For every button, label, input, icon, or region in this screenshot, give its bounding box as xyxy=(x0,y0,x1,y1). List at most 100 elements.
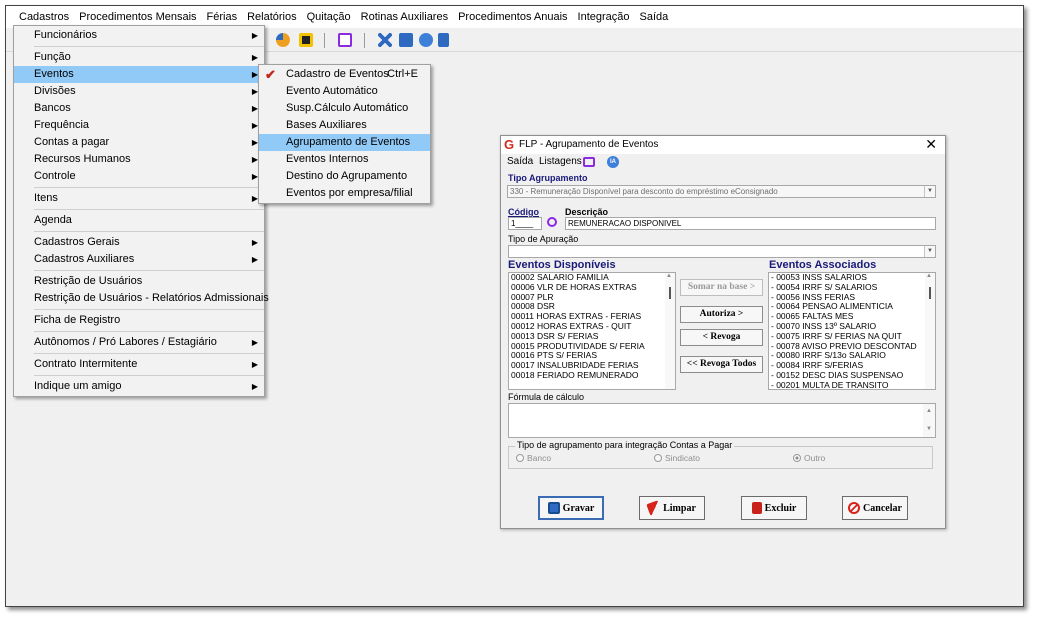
ia-icon[interactable] xyxy=(419,33,433,47)
eventos-submenu-item[interactable]: Susp.Cálculo Automático xyxy=(259,100,430,117)
cadastros-menu-item[interactable]: Restrição de Usuários xyxy=(14,273,264,290)
g-app-icon[interactable] xyxy=(399,33,413,47)
menubar-item-4[interactable]: Quitação xyxy=(302,7,356,27)
menubar-item-0[interactable]: Cadastros xyxy=(14,7,74,27)
tipo-apuracao-label: Tipo de Apuração xyxy=(508,234,579,244)
eventos-submenu-item[interactable]: Bases Auxiliares xyxy=(259,117,430,134)
submenu-item-label: Agrupamento de Eventos xyxy=(286,136,411,148)
cadastros-menu-item[interactable]: Ficha de Registro xyxy=(14,312,264,329)
radio-selected-icon xyxy=(793,454,801,462)
menu-listagens[interactable]: Listagens xyxy=(539,156,582,167)
list-scrollbar[interactable]: ▲ xyxy=(665,273,675,389)
monitor-icon[interactable] xyxy=(338,33,352,47)
cadastros-menu-item[interactable]: Eventos ▶ xyxy=(14,66,264,83)
tipo-agrupamento-select[interactable]: 330 - Remuneração Disponível para descon… xyxy=(507,185,936,198)
eventos-submenu-item[interactable]: Agrupamento de Eventos xyxy=(259,134,430,151)
excluir-label: Excluir xyxy=(764,502,797,514)
menu-item-label: Autônomos / Pró Labores / Estagiário xyxy=(34,336,217,348)
cadastros-menu-item[interactable]: Autônomos / Pró Labores / Estagiário ▶ xyxy=(14,334,264,351)
cadastros-menu-item[interactable]: Função ▶ xyxy=(14,49,264,66)
cadastros-menu-item[interactable]: Controle ▶ xyxy=(14,168,264,185)
submenu-item-label: Evento Automático xyxy=(286,85,378,97)
gravar-label: Gravar xyxy=(562,502,595,514)
monitor-icon[interactable] xyxy=(583,157,595,167)
cadastros-menu-item[interactable]: Indique um amigo ▶ xyxy=(14,378,264,395)
menubar-item-3[interactable]: Relatórios xyxy=(242,7,302,27)
radio-outro-label: Outro xyxy=(804,453,826,463)
eventos-submenu-item[interactable]: Destino do Agrupamento xyxy=(259,168,430,185)
cadastros-menu-item[interactable]: Cadastros Auxiliares ▶ xyxy=(14,251,264,268)
gravar-button[interactable]: Gravar xyxy=(538,496,604,520)
search-icon[interactable] xyxy=(547,217,557,227)
cadastros-menu-item[interactable]: Restrição de Usuários - Relatórios Admis… xyxy=(14,290,269,307)
chevron-right-icon: ▶ xyxy=(251,382,258,391)
eventos-submenu-item[interactable]: Eventos Internos xyxy=(259,151,430,168)
revoga-todos-button[interactable]: << Revoga Todos xyxy=(680,356,763,373)
eventos-submenu-item[interactable]: Eventos por empresa/filial xyxy=(259,185,430,202)
chevron-down-icon[interactable]: ▼ xyxy=(924,246,935,257)
radio-banco[interactable]: Banco xyxy=(516,453,551,463)
cadastros-menu-item[interactable]: Itens ▶ xyxy=(14,190,264,207)
cadastros-menu-item[interactable]: Cadastros Gerais ▶ xyxy=(14,234,264,251)
menu-item-label: Eventos xyxy=(34,68,74,80)
menu-item-label: Frequência xyxy=(34,119,90,131)
formula-textarea[interactable]: ▲ ▼ xyxy=(508,403,936,438)
eventos-submenu-item[interactable]: Evento Automático xyxy=(259,83,430,100)
cadastros-menu-item[interactable]: Divisões ▶ xyxy=(14,83,264,100)
menubar-item-7[interactable]: Integração xyxy=(573,7,635,27)
radio-banco-label: Banco xyxy=(527,453,552,463)
dialog-menubar: Saída Listagens IA xyxy=(501,154,945,170)
menubar-item-1[interactable]: Procedimentos Mensais xyxy=(74,7,201,27)
excluir-button[interactable]: Excluir xyxy=(741,496,807,520)
menu-item-label: Cadastros Gerais xyxy=(34,236,120,248)
somar-na-base-button[interactable]: Somar na base > xyxy=(680,279,763,296)
cadastros-menu-item[interactable]: Frequência ▶ xyxy=(14,117,264,134)
cadastros-menu-item[interactable]: Agenda xyxy=(14,212,264,229)
cadastros-menu-item[interactable]: Contas a pagar ▶ xyxy=(14,134,264,151)
list-scrollbar[interactable]: ▲ xyxy=(925,273,935,389)
list-item[interactable]: - 00201 MULTA DE TRANSITO xyxy=(769,380,935,389)
eventos-disponiveis-list[interactable]: 00002 SALARIO FAMILIA 00006 VLR DE HORAS … xyxy=(508,272,676,390)
toolbar-separator xyxy=(364,33,365,48)
eventos-submenu-item[interactable]: ✔ Cadastro de Eventos Ctrl+E xyxy=(259,66,430,83)
menu-saida[interactable]: Saída xyxy=(507,156,533,167)
cadastros-menu-item[interactable]: Bancos ▶ xyxy=(14,100,264,117)
menubar-item-2[interactable]: Férias xyxy=(202,7,243,27)
cadastros-menu-item[interactable]: Funcionários ▶ xyxy=(14,27,264,44)
tipo-agrupamento-label: Tipo Agrupamento xyxy=(508,173,588,183)
menu-item-label: Agenda xyxy=(34,214,72,226)
tools-icon[interactable] xyxy=(378,33,392,47)
tipo-apuracao-select[interactable]: ▼ xyxy=(508,245,936,258)
menubar-item-6[interactable]: Procedimentos Anuais xyxy=(453,7,572,27)
eventos-submenu: ✔ Cadastro de Eventos Ctrl+E Evento Automát… xyxy=(258,64,431,204)
limpar-button[interactable]: Limpar xyxy=(639,496,705,520)
dialog-title: FLP - Agrupamento de Eventos xyxy=(519,139,659,150)
menubar-item-8[interactable]: Saída xyxy=(635,7,674,27)
cadastros-menu-item[interactable]: Contrato Intermitente ▶ xyxy=(14,356,264,373)
descricao-input[interactable]: REMUNERACAO DISPONIVEL xyxy=(565,217,936,230)
cadastros-menu-item[interactable]: Recursos Humanos ▶ xyxy=(14,151,264,168)
menu-item-label: Bancos xyxy=(34,102,71,114)
autoriza-button[interactable]: Autoriza > xyxy=(680,306,763,323)
radio-outro[interactable]: Outro xyxy=(793,453,825,463)
exit-door-icon[interactable] xyxy=(299,33,313,47)
menubar-item-5[interactable]: Rotinas Auxiliares xyxy=(356,7,453,27)
radio-sindicato[interactable]: Sindicato xyxy=(654,453,700,463)
radio-sindicato-label: Sindicato xyxy=(665,453,700,463)
chevron-down-icon[interactable]: ▼ xyxy=(924,186,935,197)
menu-item-label: Recursos Humanos xyxy=(34,153,131,165)
eventos-associados-list[interactable]: - 00053 INSS SALARIOS - 00054 IRRF S/ SAL… xyxy=(768,272,936,390)
toolbar-separator xyxy=(324,33,325,48)
shortcut-label: Ctrl+E xyxy=(387,68,418,80)
cancelar-button[interactable]: Cancelar xyxy=(842,496,908,520)
close-button[interactable]: ✕ xyxy=(925,136,937,153)
formula-scrollbar[interactable]: ▲ ▼ xyxy=(923,404,935,437)
menu-item-label: Cadastros Auxiliares xyxy=(34,253,135,265)
pie-chart-icon[interactable] xyxy=(276,33,290,47)
book-icon[interactable] xyxy=(438,33,449,47)
menu-separator xyxy=(34,270,264,271)
codigo-input[interactable]: 1____ xyxy=(508,217,542,230)
revoga-button[interactable]: < Revoga xyxy=(680,329,763,346)
list-item[interactable]: 00018 FERIADO REMUNERADO xyxy=(509,370,675,381)
ia-icon[interactable]: IA xyxy=(607,156,619,168)
